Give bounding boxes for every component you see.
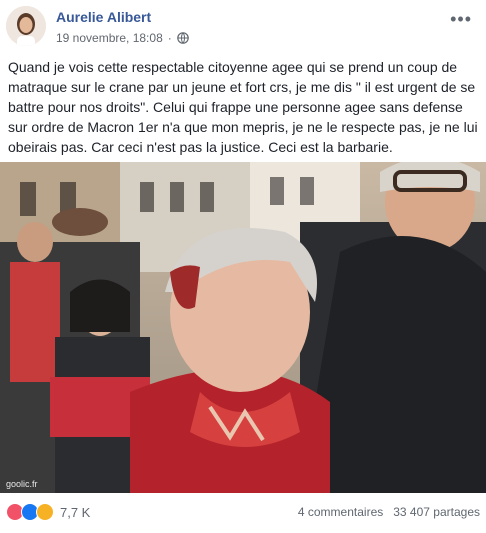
post-footer: 7,7 K 4 commentaires 33 407 partages [0, 495, 486, 533]
reaction-count[interactable]: 7,7 K [60, 505, 90, 520]
author-name[interactable]: Aurelie Alibert [56, 9, 151, 25]
more-options-icon[interactable]: ••• [450, 9, 472, 30]
sad-reaction-icon [36, 503, 54, 521]
post-photo[interactable]: goolic.fr [0, 162, 486, 493]
meta-separator: · [167, 31, 172, 45]
reactions-summary[interactable]: 7,7 K [6, 503, 90, 521]
engagement-stats: 4 commentaires 33 407 partages [298, 505, 480, 519]
post-header: Aurelie Alibert 19 novembre, 18:08 · ••• [0, 0, 486, 52]
globe-icon[interactable] [176, 32, 189, 44]
comments-count[interactable]: 4 commentaires [298, 505, 383, 519]
post-date[interactable]: 19 novembre, 18:08 [56, 31, 163, 45]
post-meta: 19 novembre, 18:08 · [56, 31, 189, 45]
shares-count[interactable]: 33 407 partages [393, 505, 480, 519]
photo-watermark: goolic.fr [6, 479, 38, 489]
avatar[interactable] [6, 6, 46, 46]
post-text: Quand je vois cette respectable citoyenn… [8, 59, 478, 155]
